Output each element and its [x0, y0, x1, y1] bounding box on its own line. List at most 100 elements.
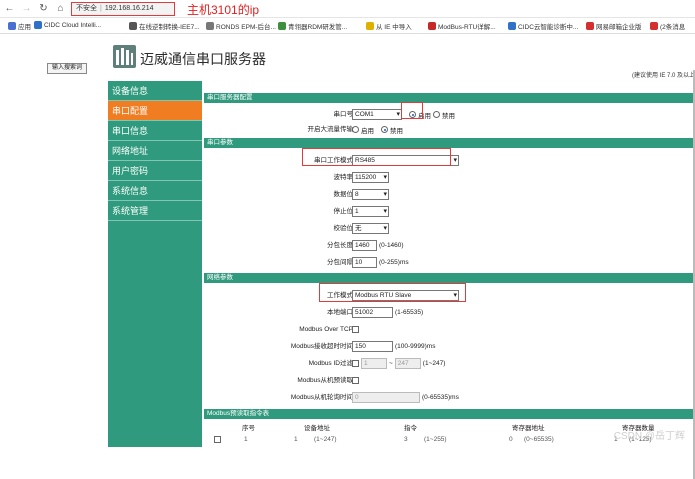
bookmark-label: CIDC Cloud Intelli...	[44, 21, 102, 29]
port-select[interactable]: COM1	[352, 109, 402, 120]
bookmark-item[interactable]: 从 IE 中导入	[366, 21, 412, 31]
bookmark-icon	[508, 22, 516, 30]
bookmark-icon	[586, 22, 594, 30]
bigflow-disable-label: 禁用	[390, 127, 403, 135]
stopbits-label: 停止位	[333, 208, 354, 215]
url-text: 192.168.16.214	[104, 5, 154, 12]
bookmark-item[interactable]: CIDC云智能诊断中...	[508, 21, 578, 31]
bigflow-enable-radio[interactable]	[352, 126, 359, 133]
sidebar-item-5[interactable]: 系统信息	[108, 181, 202, 201]
bookmark-label: RONDS EPM-后台...	[216, 24, 276, 31]
cell-register-address[interactable]: 0	[509, 436, 513, 443]
company-logo-icon	[113, 45, 136, 68]
th-index: 序号	[242, 425, 255, 432]
packlen-input[interactable]: 1460	[352, 240, 377, 251]
home-icon[interactable]: ⌂	[54, 2, 67, 15]
port-enable-radio[interactable]	[409, 111, 416, 118]
address-bar[interactable]: 不安全 | 192.168.16.214	[71, 2, 175, 16]
localport-label: 本地端口	[327, 309, 353, 316]
row-overtcp: Modbus Over TCP	[204, 322, 693, 337]
port-disable-radio[interactable]	[433, 111, 440, 118]
localport-range: (1-65535)	[395, 309, 424, 316]
sidebar-item-2[interactable]: 串口信息	[108, 121, 202, 141]
forward-icon[interactable]: →	[20, 2, 33, 15]
page: 输入搜索词 迈威通信串口服务器 (建议使用 IE 7.0 及以上 设备信息 串口配…	[0, 35, 695, 479]
timeout-input[interactable]: 150	[352, 341, 393, 352]
bookmark-item[interactable]: 网易邮箱企业版	[586, 21, 642, 31]
bookmark-item[interactable]: 应用	[8, 21, 31, 31]
bigflow-label: 开启大流量传输	[307, 126, 354, 133]
row-idfilter: Modbus ID过滤 1 ~ 247 (1~247)	[204, 356, 693, 371]
bookmarks-bar: 应用 CIDC Cloud Intelli... 在线逆制转换-IEE7... RON…	[0, 18, 695, 34]
bigflow-disable-radio[interactable]	[381, 126, 388, 133]
slaveint-label: Modbus从机轮询时间	[290, 394, 353, 401]
idfilter-from-input[interactable]: 1	[361, 358, 387, 369]
packlen-label: 分包长度	[327, 242, 353, 249]
cell-device-address[interactable]: 1	[294, 436, 298, 443]
cell-register-range: (0~65535)	[524, 436, 554, 443]
row-slaveint: Modbus从机轮询时间 0 (0-65535)ms	[204, 390, 693, 405]
packint-label: 分包间隔	[327, 259, 353, 266]
workmode-select[interactable]: Modbus RTU Slave	[352, 290, 459, 301]
cell-device-range: (1~247)	[314, 436, 337, 443]
th-device-address: 设备地址	[304, 425, 330, 432]
bookmark-item[interactable]: 在线逆制转换-IEE7...	[129, 21, 200, 31]
bookmark-label: 从 IE 中导入	[376, 24, 412, 31]
workmode-label: 工作模式	[327, 292, 353, 299]
row-stopbits: 停止位 1	[204, 204, 693, 219]
row-slaveread: Modbus从机预读取	[204, 373, 693, 388]
idfilter-checkbox[interactable]	[352, 360, 359, 367]
ip-annotation: 主机3101的ip	[187, 3, 260, 17]
slaveread-checkbox[interactable]	[352, 377, 359, 384]
bookmark-item[interactable]: (2条消息	[650, 21, 685, 31]
bookmark-label: ModBus-RTU详解...	[438, 24, 496, 31]
parity-select[interactable]: 无	[352, 223, 389, 234]
stopbits-select[interactable]: 1	[352, 206, 389, 217]
bookmark-item[interactable]: CIDC Cloud Intelli...	[34, 21, 101, 29]
slaveread-label: Modbus从机预读取	[297, 377, 353, 384]
sidebar-item-4[interactable]: 用户密码	[108, 161, 202, 181]
sidebar-item-0[interactable]: 设备信息	[108, 81, 202, 101]
databits-select[interactable]: 8	[352, 189, 389, 200]
idfilter-range: (1~247)	[422, 360, 446, 367]
row-checkbox[interactable]	[214, 436, 221, 443]
packlen-range: (0-1460)	[379, 242, 404, 249]
idfilter-label: Modbus ID过滤	[308, 360, 353, 367]
back-icon[interactable]: ←	[3, 2, 16, 15]
sidebar-item-3[interactable]: 网络地址	[108, 141, 202, 161]
bookmark-label: CIDC云智能诊断中...	[518, 24, 579, 31]
port-disable-label: 禁用	[442, 112, 455, 120]
serial-mode-select[interactable]: RS485	[352, 155, 459, 166]
section-serial-config: 串口服务器配置	[204, 93, 693, 103]
bookmark-item[interactable]: RONDS EPM-后台...	[206, 21, 276, 31]
idfilter-to-input[interactable]: 247	[394, 358, 421, 369]
cell-command[interactable]: 3	[404, 436, 408, 443]
baud-label: 波特率	[333, 174, 354, 181]
row-serial-mode: 串口工作模式 RS485	[204, 153, 693, 168]
packint-input[interactable]: 10	[352, 257, 377, 268]
row-packlen: 分包长度 1460 (0-1460)	[204, 238, 693, 253]
overtcp-checkbox[interactable]	[352, 326, 359, 333]
brand-title: 迈威通信串口服务器	[140, 51, 266, 67]
timeout-label: Modbus接收超时时间	[290, 343, 353, 350]
cell-index: 1	[244, 436, 248, 443]
browser-toolbar: ← → ↻ ⌂ 不安全 | 192.168.16.214 主机3101的ip	[0, 0, 695, 18]
reload-icon[interactable]: ↻	[37, 2, 50, 15]
sidebar-item-1[interactable]: 串口配置	[108, 101, 202, 121]
slaveint-input[interactable]: 0	[352, 392, 420, 403]
bigflow-enable-label: 启用	[361, 127, 374, 135]
row-localport: 本地端口 51002 (1-65535)	[204, 305, 693, 320]
bookmark-item[interactable]: ModBus-RTU详解...	[428, 21, 496, 31]
databits-label: 数据位	[333, 191, 354, 198]
baud-select[interactable]: 115200	[352, 172, 389, 183]
row-baud: 波特率 115200	[204, 170, 693, 185]
row-port: 串口号 COM1 启用 禁用	[204, 107, 693, 122]
bookmark-label: 青翎器RDM研发管...	[288, 24, 348, 31]
sidebar-item-6[interactable]: 系统管理	[108, 201, 202, 221]
section-serial-params: 串口参数	[204, 138, 693, 148]
localport-input[interactable]: 51002	[352, 307, 393, 318]
row-workmode: 工作模式 Modbus RTU Slave	[204, 288, 693, 303]
bookmark-icon	[206, 22, 214, 30]
search-keyword-button[interactable]: 输入搜索词	[47, 63, 87, 74]
bookmark-item[interactable]: 青翎器RDM研发管...	[278, 21, 347, 31]
